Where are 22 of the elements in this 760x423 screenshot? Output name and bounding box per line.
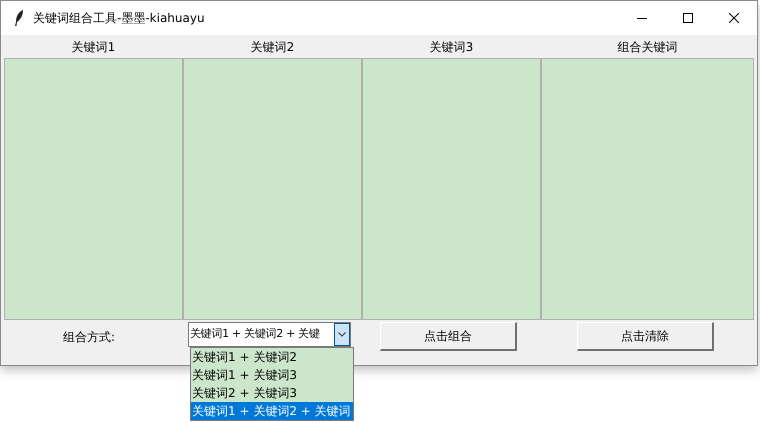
- chevron-down-icon: [338, 332, 346, 337]
- text-area[interactable]: [541, 58, 754, 320]
- feather-icon: [14, 10, 24, 26]
- column-header: 组合关键词: [616, 38, 678, 56]
- dropdown-option[interactable]: 关键词1 + 关键词2: [191, 348, 353, 366]
- close-icon: [729, 13, 739, 23]
- combine-button[interactable]: 点击组合: [380, 322, 517, 351]
- column-header: 关键词2: [250, 38, 296, 56]
- dropdown-option[interactable]: 关键词1 + 关键词3: [191, 366, 353, 384]
- combine-label: 组合方式:: [63, 329, 116, 346]
- dropdown-option[interactable]: 关键词1 + 关键词2 + 关键词: [191, 402, 353, 420]
- dropdown-button[interactable]: [334, 323, 350, 346]
- combo-value: 关键词1 + 关键词2 + 关键: [189, 326, 321, 342]
- column-header: 关键词3: [428, 38, 474, 56]
- combo-box[interactable]: 关键词1 + 关键词2 + 关键: [188, 322, 351, 347]
- dropdown-option[interactable]: 关键词2 + 关键词3: [191, 384, 353, 402]
- column-header: 关键词1: [70, 38, 116, 56]
- clear-button[interactable]: 点击清除: [577, 322, 714, 351]
- text-area[interactable]: [362, 58, 541, 320]
- window-title: 关键词组合工具-墨墨-kiahuayu: [33, 10, 205, 27]
- text-area[interactable]: [4, 58, 183, 320]
- maximize-icon: [683, 13, 693, 23]
